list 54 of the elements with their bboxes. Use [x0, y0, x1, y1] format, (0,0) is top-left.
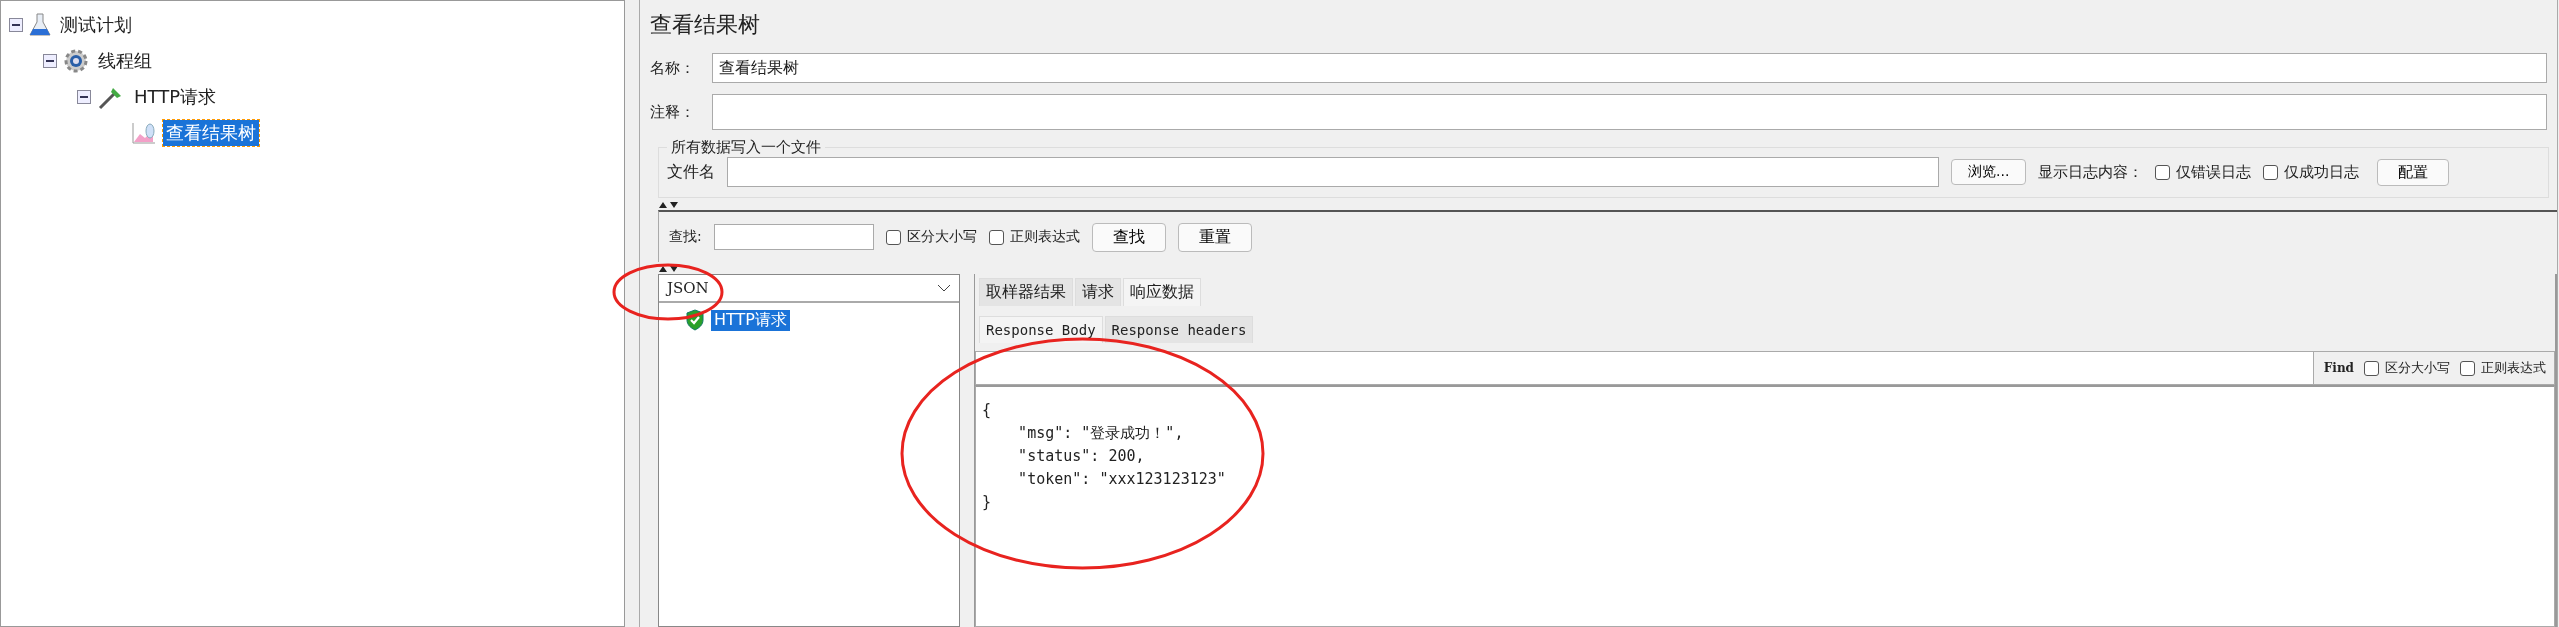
- find-field[interactable]: [976, 352, 2314, 384]
- field-label: 注释：: [650, 102, 696, 122]
- splitter-arrows-icon[interactable]: [658, 200, 680, 210]
- panel-title: 查看结果树: [649, 11, 761, 39]
- name-field[interactable]: 查看结果树: [712, 53, 2547, 83]
- search-label: 查找:: [669, 228, 702, 246]
- expand-toggle[interactable]: [9, 18, 23, 32]
- chart-icon: [131, 121, 157, 145]
- field-label: 名称：: [650, 58, 696, 78]
- code-line: }: [982, 492, 993, 513]
- checkbox-label: 仅错误日志: [2176, 162, 2252, 182]
- tree-item[interactable]: 线程组: [95, 48, 155, 74]
- log-label: 显示日志内容：: [2038, 162, 2144, 182]
- search-button[interactable]: 查找: [1091, 222, 1166, 252]
- checkbox-label: 区分大小写: [2385, 359, 2450, 377]
- tree-item[interactable]: HTTP请求: [131, 84, 220, 110]
- search-field[interactable]: [713, 224, 874, 250]
- checkbox[interactable]: [988, 229, 1004, 245]
- checkbox-label: 仅成功日志: [2284, 162, 2360, 182]
- tab[interactable]: 取样器结果: [979, 278, 1073, 306]
- checkbox-label: 正则表达式: [1009, 228, 1080, 246]
- browse-button[interactable]: 浏览...: [1951, 159, 2027, 185]
- config-button[interactable]: 配置: [2377, 158, 2450, 186]
- code-line: "msg": "登录成功！",: [1017, 423, 1185, 444]
- result-item[interactable]: HTTP请求: [711, 309, 790, 331]
- code-line: {: [982, 400, 993, 421]
- checkbox[interactable]: [2364, 360, 2379, 376]
- checkbox[interactable]: [2263, 164, 2279, 180]
- search-button[interactable]: 重置: [1177, 222, 1252, 252]
- filename-field[interactable]: [727, 157, 1939, 187]
- checkbox[interactable]: [885, 229, 901, 245]
- checkbox[interactable]: [2460, 360, 2475, 376]
- expand-toggle[interactable]: [77, 90, 91, 104]
- group-title: 所有数据写入一个文件: [670, 138, 822, 157]
- flask-icon: [29, 12, 51, 38]
- checkbox[interactable]: [2155, 164, 2171, 180]
- comment-field[interactable]: [712, 94, 2547, 130]
- renderer-dropdown[interactable]: JSON: [659, 275, 959, 303]
- tab[interactable]: Response Body: [979, 316, 1103, 343]
- field-label: 文件名: [667, 161, 715, 183]
- find-label: Find: [2323, 361, 2354, 375]
- tab[interactable]: 响应数据: [1123, 278, 1201, 306]
- tree-item[interactable]: 查看结果树: [163, 120, 259, 146]
- code-line: "token": "xxx123123123": [1017, 469, 1227, 490]
- checkbox-label: 正则表达式: [2481, 359, 2546, 377]
- splitter-arrows-icon[interactable]: [658, 264, 680, 274]
- checkbox-label: 区分大小写: [906, 228, 977, 246]
- code-line: "status": 200,: [1017, 446, 1146, 467]
- chevron-down-icon: [937, 284, 951, 292]
- expand-toggle[interactable]: [43, 54, 57, 68]
- gear-icon: [63, 48, 89, 74]
- tree-item[interactable]: 测试计划: [57, 12, 135, 38]
- tab[interactable]: Response headers: [1104, 316, 1254, 343]
- tab[interactable]: 请求: [1075, 278, 1121, 306]
